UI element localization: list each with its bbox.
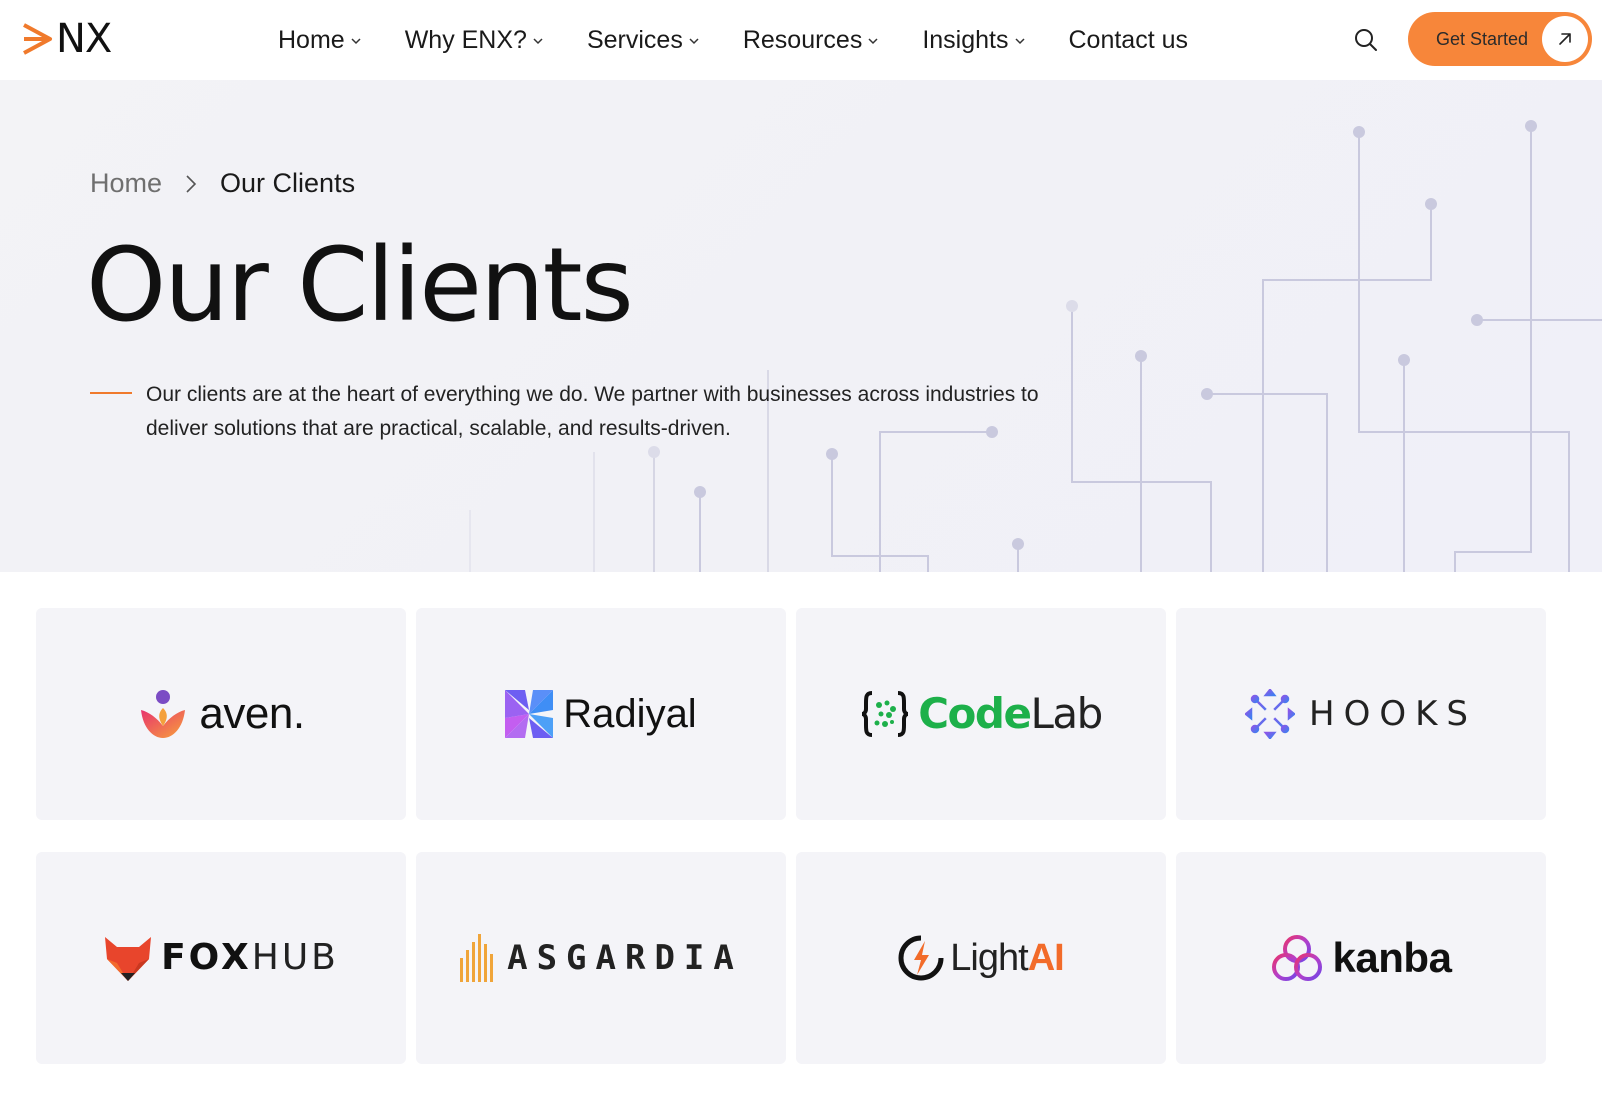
client-card-aven[interactable]: aven. xyxy=(36,608,406,820)
enx-logo[interactable]: NX xyxy=(22,18,118,60)
radiyal-logo-mark xyxy=(505,690,554,738)
clients-grid: aven. Radiyal CodeLab HOOKS FOXHUB ASGAR… xyxy=(36,608,1580,1064)
nav-item-insights[interactable]: Insights xyxy=(922,25,1025,55)
chevron-down-icon xyxy=(533,38,543,45)
client-card-hooks[interactable]: HOOKS xyxy=(1176,608,1546,820)
page-title: Our Clients xyxy=(86,226,634,345)
nav-item-why-enx[interactable]: Why ENX? xyxy=(405,26,543,55)
client-name: kanba xyxy=(1332,934,1452,981)
client-name: ASGARDIA xyxy=(507,938,743,978)
client-card-lightai[interactable]: LightAI xyxy=(796,852,1166,1064)
client-card-kanba[interactable]: kanba xyxy=(1176,852,1546,1064)
breadcrumb: Home Our Clients xyxy=(90,168,355,199)
kanba-logo-mark xyxy=(1271,935,1322,981)
nav-item-label: Why ENX? xyxy=(404,25,527,54)
main-nav: Home Why ENX? Services Resources Insight… xyxy=(278,22,1232,58)
foxhub-logo: FOXHUB xyxy=(103,933,339,983)
client-name-part: Light xyxy=(950,937,1028,979)
radiyal-logo: Radiyal xyxy=(505,690,697,738)
client-name: FOXHUB xyxy=(161,940,339,976)
chevron-right-icon xyxy=(184,173,198,195)
breadcrumb-current: Our Clients xyxy=(220,168,356,198)
client-name: Radiyal xyxy=(563,692,697,736)
client-name: LightAI xyxy=(950,937,1065,979)
site-header: NX Home Why ENX? Services Resources Insi… xyxy=(0,0,1602,80)
kanba-logo: kanba xyxy=(1271,933,1452,983)
aven-logo-mark xyxy=(141,690,186,738)
asgardia-logo-mark xyxy=(460,934,494,982)
client-name: HOOKS xyxy=(1309,694,1477,734)
fox-icon xyxy=(105,937,152,981)
nav-item-label: Services xyxy=(586,25,683,54)
codelab-logo: CodeLab xyxy=(860,691,1103,737)
asgardia-logo: ASGARDIA xyxy=(459,934,743,982)
hooks-logo: HOOKS xyxy=(1245,689,1477,739)
nav-item-contact-us[interactable]: Contact us xyxy=(1069,26,1189,55)
nav-item-label: Contact us xyxy=(1068,25,1189,54)
nav-item-home[interactable]: Home xyxy=(278,26,361,55)
nav-item-label: Resources xyxy=(742,25,863,54)
client-card-asgardia[interactable]: ASGARDIA xyxy=(416,852,786,1064)
hero-section: Home Our Clients Our Clients Our clients… xyxy=(0,80,1602,572)
chevron-down-icon xyxy=(868,38,878,45)
arrow-up-right-icon xyxy=(1542,16,1588,62)
client-name-part: FOX xyxy=(161,937,252,978)
breadcrumb-home-link[interactable]: Home xyxy=(90,168,162,199)
logo-text: NX xyxy=(56,16,112,62)
nav-item-label: Home xyxy=(278,25,345,54)
client-name-part: Code xyxy=(918,689,1032,738)
page-description: Our clients are at the heart of everythi… xyxy=(146,383,1039,440)
chevron-down-icon xyxy=(689,38,699,45)
enx-logo-mark xyxy=(23,23,52,55)
client-name: CodeLab xyxy=(918,693,1103,735)
chevron-down-icon xyxy=(351,38,361,45)
lightai-logo: LightAI xyxy=(898,935,1065,981)
client-name-part: Lab xyxy=(1030,689,1103,738)
lightning-icon xyxy=(898,935,944,981)
nav-item-resources[interactable]: Resources xyxy=(743,26,879,55)
client-card-radiyal[interactable]: Radiyal xyxy=(416,608,786,820)
search-button[interactable] xyxy=(1352,26,1380,54)
get-started-label: Get Started xyxy=(1436,28,1529,49)
codelab-braces-icon xyxy=(861,691,909,737)
nav-item-label: Insights xyxy=(922,25,1009,54)
hooks-logo-mark xyxy=(1245,689,1296,739)
nav-item-services[interactable]: Services xyxy=(587,26,699,55)
chevron-down-icon xyxy=(1014,38,1025,45)
client-name-part: HUB xyxy=(251,937,339,978)
search-icon xyxy=(1355,29,1377,51)
client-card-foxhub[interactable]: FOXHUB xyxy=(36,852,406,1064)
accent-divider xyxy=(90,392,132,394)
client-name-part: AI xyxy=(1027,937,1065,979)
aven-logo: aven. xyxy=(137,688,305,740)
get-started-button[interactable]: Get Started xyxy=(1408,12,1592,66)
client-card-codelab[interactable]: CodeLab xyxy=(796,608,1166,820)
client-name: aven. xyxy=(199,689,305,738)
